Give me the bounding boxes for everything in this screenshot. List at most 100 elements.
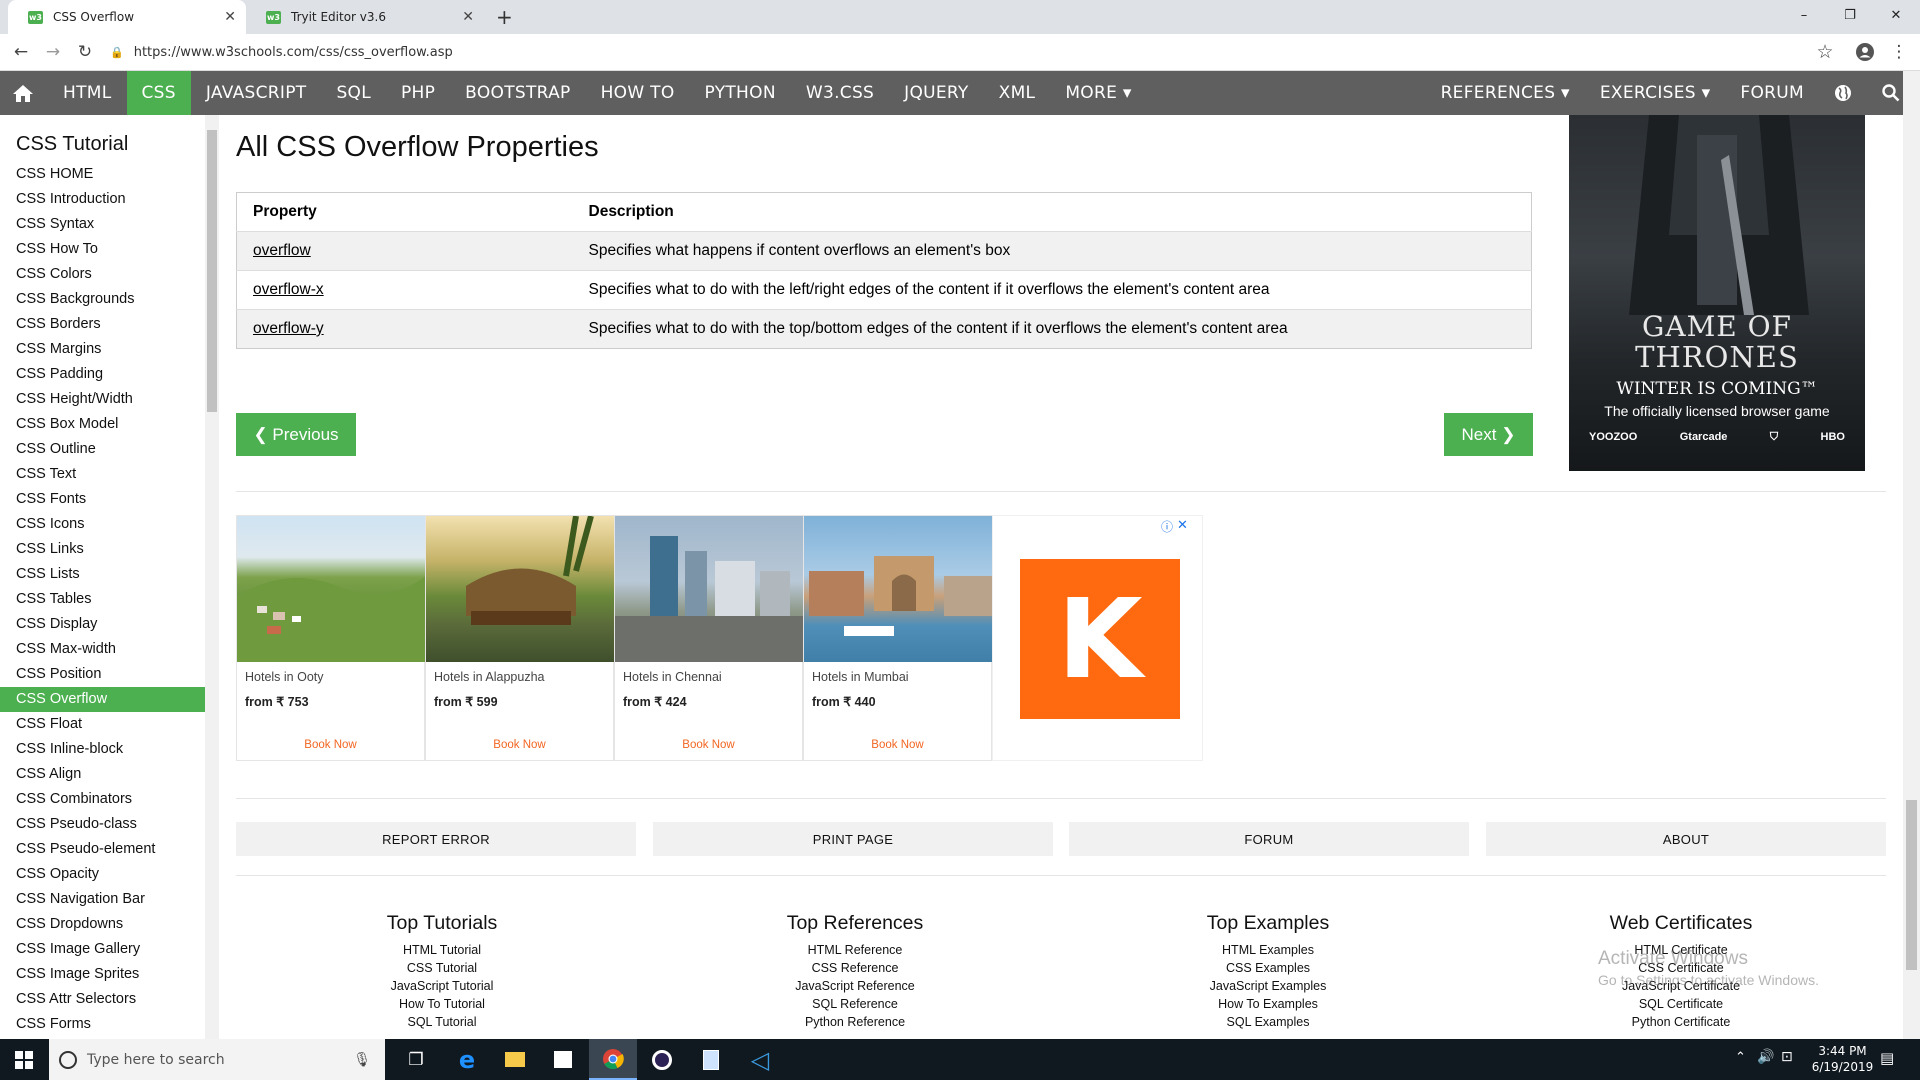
- footer-link[interactable]: HTML Reference: [705, 941, 1005, 959]
- footer-link[interactable]: CSS Reference: [705, 959, 1005, 977]
- taskbar-clock[interactable]: 3:44 PM 6/19/2019: [1810, 1043, 1875, 1075]
- book-now-link[interactable]: Book Now: [426, 739, 613, 751]
- menu-kebab-icon[interactable]: ⋮: [1886, 39, 1912, 65]
- profile-icon[interactable]: [1852, 39, 1878, 65]
- nav-bootstrap[interactable]: BOOTSTRAP: [450, 71, 585, 115]
- sidebar-item-css-borders[interactable]: CSS Borders: [0, 312, 205, 337]
- footer-link[interactable]: HTML Examples: [1118, 941, 1418, 959]
- ad-info-icon[interactable]: ⓘ: [1161, 518, 1173, 535]
- notepad-icon[interactable]: [687, 1039, 735, 1080]
- nav-html[interactable]: HTML: [48, 71, 127, 115]
- nav-php[interactable]: PHP: [386, 71, 450, 115]
- hotel-ad-card[interactable]: Hotels in Ooty from ₹ 753 Book Now: [236, 515, 426, 761]
- edge-icon[interactable]: e: [443, 1039, 491, 1080]
- book-now-link[interactable]: Book Now: [615, 739, 802, 751]
- sidebar-item-css-opacity[interactable]: CSS Opacity: [0, 862, 205, 887]
- volume-icon[interactable]: 🔊: [1757, 1049, 1774, 1065]
- footer-link[interactable]: SQL Tutorial: [292, 1013, 592, 1031]
- sidebar-item-css-height-width[interactable]: CSS Height/Width: [0, 387, 205, 412]
- game-of-thrones-ad[interactable]: GAME OF THRONES WINTER IS COMING™ The of…: [1569, 115, 1865, 471]
- nav-w3css[interactable]: W3.CSS: [791, 71, 889, 115]
- property-link[interactable]: overflow-y: [253, 320, 324, 337]
- page-scrollbar-thumb[interactable]: [1906, 800, 1917, 970]
- nav-exercises[interactable]: EXERCISES ▾: [1585, 71, 1726, 115]
- property-link[interactable]: overflow-x: [253, 281, 324, 298]
- sidebar-item-css-fonts[interactable]: CSS Fonts: [0, 487, 205, 512]
- next-button[interactable]: Next ❯: [1444, 413, 1533, 456]
- nav-python[interactable]: PYTHON: [690, 71, 791, 115]
- notification-center-icon[interactable]: ▤: [1880, 1049, 1894, 1067]
- footer-link[interactable]: Python Certificate: [1531, 1013, 1831, 1031]
- nav-jquery[interactable]: JQUERY: [889, 71, 984, 115]
- network-icon[interactable]: ⊡: [1781, 1049, 1793, 1065]
- sidebar-item-css-attr-selectors[interactable]: CSS Attr Selectors: [0, 987, 205, 1012]
- sidebar-item-css-lists[interactable]: CSS Lists: [0, 562, 205, 587]
- property-link[interactable]: overflow: [253, 242, 311, 259]
- hotel-ad-card[interactable]: Hotels in Chennai from ₹ 424 Book Now: [614, 515, 804, 761]
- sidebar-item-css-margins[interactable]: CSS Margins: [0, 337, 205, 362]
- sidebar-item-css-max-width[interactable]: CSS Max-width: [0, 637, 205, 662]
- sidebar-item-css-pseudo-element[interactable]: CSS Pseudo-element: [0, 837, 205, 862]
- close-window-button[interactable]: ✕: [1873, 0, 1919, 30]
- home-icon[interactable]: [0, 71, 48, 115]
- hotel-ad-card[interactable]: Hotels in Mumbai from ₹ 440 Book Now: [803, 515, 993, 761]
- sidebar-item-css-icons[interactable]: CSS Icons: [0, 512, 205, 537]
- footer-link[interactable]: JavaScript Reference: [705, 977, 1005, 995]
- footer-link[interactable]: JavaScript Tutorial: [292, 977, 592, 995]
- sidebar-item-css-align[interactable]: CSS Align: [0, 762, 205, 787]
- sidebar-item-css-pseudo-class[interactable]: CSS Pseudo-class: [0, 812, 205, 837]
- close-tab-icon[interactable]: ✕: [224, 9, 236, 25]
- reload-icon[interactable]: ↻: [72, 39, 98, 65]
- task-view-icon[interactable]: ❐: [392, 1039, 440, 1080]
- forward-icon[interactable]: →: [40, 39, 66, 65]
- sidebar-item-css-padding[interactable]: CSS Padding: [0, 362, 205, 387]
- windows-start-icon[interactable]: [0, 1039, 48, 1080]
- sidebar-item-css-outline[interactable]: CSS Outline: [0, 437, 205, 462]
- sidebar-item-css-dropdowns[interactable]: CSS Dropdowns: [0, 912, 205, 937]
- vscode-icon[interactable]: ◁: [736, 1039, 784, 1080]
- tab-tryit-editor[interactable]: w3 Tryit Editor v3.6 ✕: [246, 0, 484, 34]
- print-page-button[interactable]: PRINT PAGE: [653, 822, 1053, 856]
- nav-references[interactable]: REFERENCES ▾: [1426, 71, 1585, 115]
- nav-forum[interactable]: FORUM: [1725, 71, 1819, 115]
- new-tab-button[interactable]: +: [496, 5, 513, 29]
- sidebar-item-css-inline-block[interactable]: CSS Inline-block: [0, 737, 205, 762]
- globe-icon[interactable]: [1819, 71, 1867, 115]
- sidebar-item-css-how-to[interactable]: CSS How To: [0, 237, 205, 262]
- sidebar-item-css-home[interactable]: CSS HOME: [0, 162, 205, 187]
- footer-link[interactable]: Python Reference: [705, 1013, 1005, 1031]
- sidebar-item-css-links[interactable]: CSS Links: [0, 537, 205, 562]
- sidebar-item-css-image-sprites[interactable]: CSS Image Sprites: [0, 962, 205, 987]
- nav-sql[interactable]: SQL: [321, 71, 386, 115]
- taskbar-search-box[interactable]: Type here to search 🎙: [49, 1039, 385, 1080]
- sidebar-item-css-navigation-bar[interactable]: CSS Navigation Bar: [0, 887, 205, 912]
- nav-how-to[interactable]: HOW TO: [586, 71, 690, 115]
- nav-xml[interactable]: XML: [984, 71, 1051, 115]
- sidebar-item-css-syntax[interactable]: CSS Syntax: [0, 212, 205, 237]
- chrome-icon[interactable]: [589, 1039, 637, 1080]
- about-button[interactable]: ABOUT: [1486, 822, 1886, 856]
- sidebar-item-css-combinators[interactable]: CSS Combinators: [0, 787, 205, 812]
- show-hidden-icons-chevron[interactable]: ⌃: [1735, 1050, 1746, 1065]
- bookmark-star-icon[interactable]: ☆: [1812, 39, 1838, 65]
- minimize-button[interactable]: –: [1781, 0, 1827, 30]
- sidebar-item-css-overflow[interactable]: CSS Overflow: [0, 687, 205, 712]
- book-now-link[interactable]: Book Now: [804, 739, 991, 751]
- store-icon[interactable]: [539, 1039, 587, 1080]
- back-icon[interactable]: ←: [8, 39, 34, 65]
- footer-link[interactable]: JavaScript Examples: [1118, 977, 1418, 995]
- nav-more[interactable]: MORE ▾: [1050, 71, 1146, 115]
- footer-link[interactable]: HTML Tutorial: [292, 941, 592, 959]
- book-now-link[interactable]: Book Now: [237, 739, 424, 751]
- hotel-ad-card[interactable]: Hotels in Alappuzha from ₹ 599 Book Now: [425, 515, 615, 761]
- sidebar-item-css-position[interactable]: CSS Position: [0, 662, 205, 687]
- sidebar-item-css-text[interactable]: CSS Text: [0, 462, 205, 487]
- previous-button[interactable]: ❮ Previous: [236, 413, 356, 456]
- sidebar-item-css-float[interactable]: CSS Float: [0, 712, 205, 737]
- footer-link[interactable]: SQL Examples: [1118, 1013, 1418, 1031]
- footer-link[interactable]: CSS Tutorial: [292, 959, 592, 977]
- tab-css-overflow[interactable]: w3 CSS Overflow ✕: [8, 0, 246, 34]
- footer-link[interactable]: SQL Reference: [705, 995, 1005, 1013]
- footer-link[interactable]: CSS Examples: [1118, 959, 1418, 977]
- eclipse-icon[interactable]: [638, 1039, 686, 1080]
